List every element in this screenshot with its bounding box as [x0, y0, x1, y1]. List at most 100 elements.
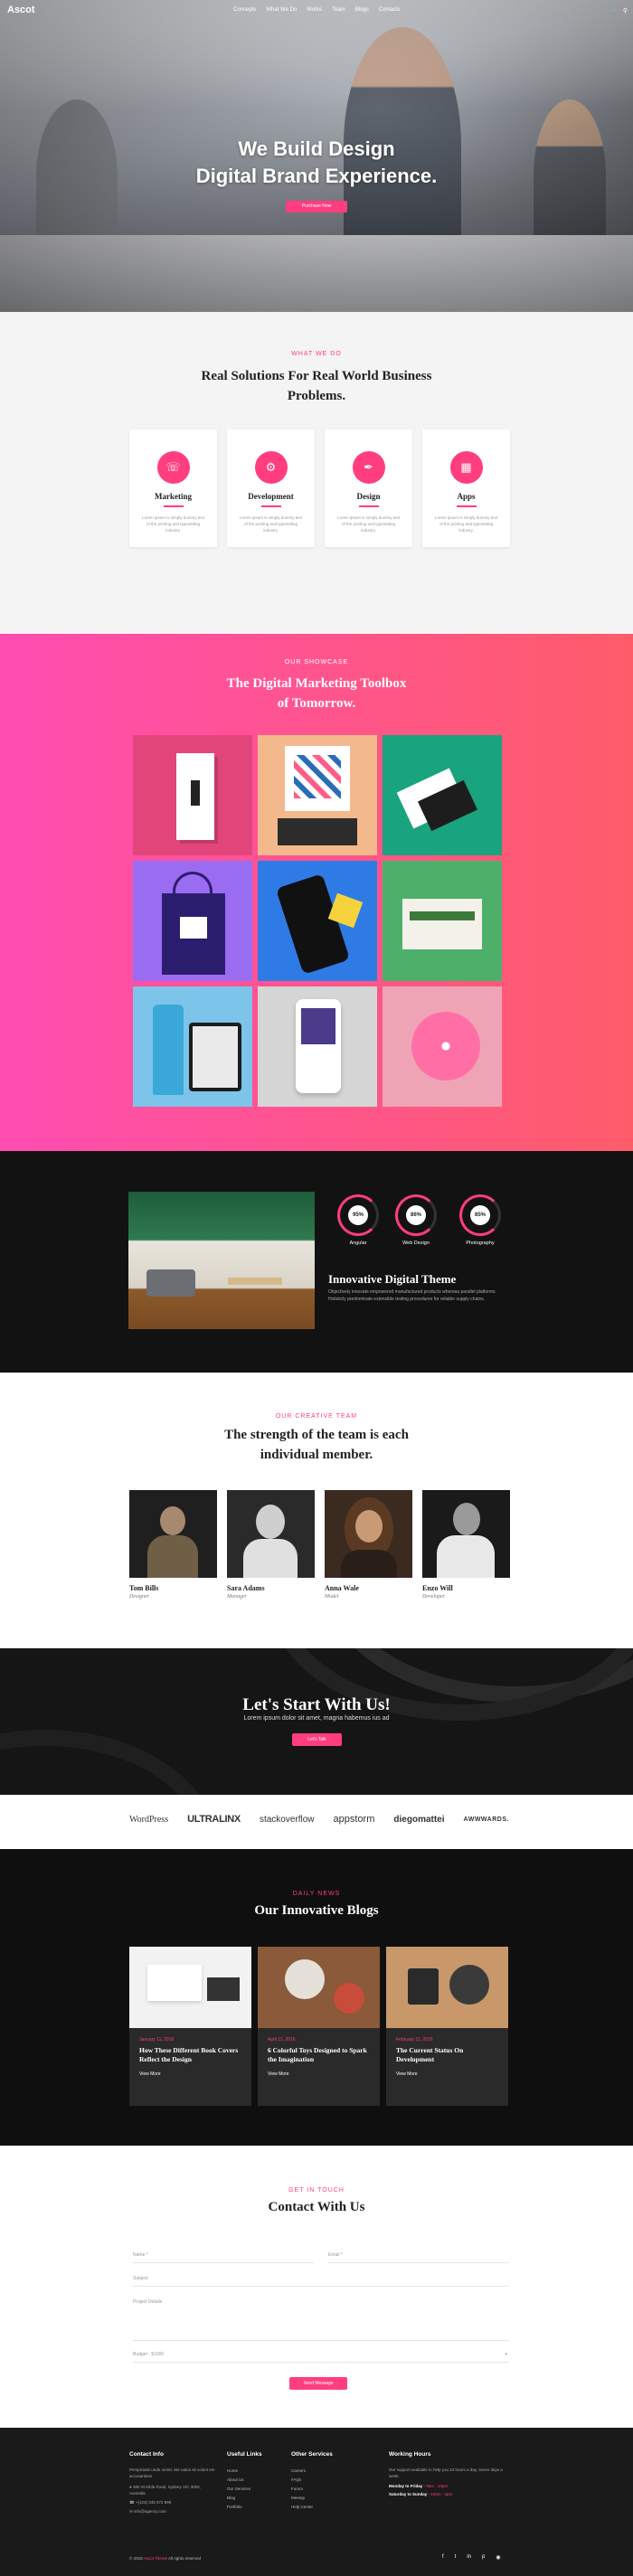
purchase-button[interactable]: Purchase Now [286, 201, 347, 212]
service-card-marketing[interactable]: ☏ Marketing Lorem ipsum is simply dummy … [129, 429, 217, 547]
blog-card[interactable]: February 11, 2016 The Current Status On … [386, 1947, 508, 2106]
address-text: 380 St Kilda Road, Sydney VIC 3004, Aust… [129, 2485, 202, 2496]
send-message-button[interactable]: Send Message [289, 2377, 347, 2390]
nav-item-blogs[interactable]: Blogs [355, 7, 369, 13]
nav-item-what-we-do[interactable]: What We Do [266, 7, 297, 13]
footer-email[interactable]: ✉ info@agency.com [129, 2508, 215, 2515]
service-card-development[interactable]: ⚙ Development Lorem ipsum is simply dumm… [227, 429, 315, 547]
footer-other-services: Other Services Careers FAQs Forum Meetup… [291, 2451, 364, 2512]
bg-curve [0, 1730, 217, 1795]
subject-field[interactable]: Subject [133, 2270, 509, 2287]
footer-link-about[interactable]: About Us [227, 2476, 290, 2485]
footer-contact-info: Contact Info Perspiciatis unde omnis ist… [129, 2451, 215, 2515]
portfolio-item-packaging[interactable] [383, 861, 502, 981]
footer-working-hours: Working Hours Our support available to h… [389, 2451, 506, 2497]
team-members: Tom Bills Designer Sara Adams Manager An… [129, 1490, 510, 1599]
service-card-apps[interactable]: ▦ Apps Lorem ipsum is simply dummy text … [422, 429, 510, 547]
site-logo[interactable]: Ascot [7, 5, 35, 15]
portfolio-item-vinyl[interactable] [383, 986, 502, 1107]
service-desc: Lorem ipsum is simply dummy text of the … [336, 515, 401, 533]
portfolio-item-poster[interactable] [133, 735, 252, 855]
showcase-kicker: Our Showcase [284, 659, 349, 665]
showcase-title: The Digital Marketing Toolbox of Tomorro… [0, 674, 633, 713]
service-card-design[interactable]: ✒ Design Lorem ipsum is simply dummy tex… [325, 429, 412, 547]
blog-date: April 11, 2016 [268, 2037, 296, 2043]
view-more-link[interactable]: View More [139, 2071, 251, 2077]
footer-link-blog[interactable]: Blog [227, 2494, 290, 2503]
view-more-link[interactable]: View More [396, 2071, 508, 2077]
portfolio-item-phone[interactable] [258, 861, 377, 981]
contact-title: Contact With Us [268, 2200, 365, 2214]
blogs-section: Daily News Our Innovative Blogs January … [0, 1849, 633, 2146]
stat-photography: 85% Photography [459, 1194, 501, 1246]
nav-item-concepts[interactable]: Concepts [233, 7, 256, 13]
footer-link-careers[interactable]: Careers [291, 2467, 364, 2476]
service-desc: Lorem ipsum is simply dummy text of the … [141, 515, 205, 533]
blog-title[interactable]: 6 Colorful Toys Designed to Spark the Im… [268, 2046, 370, 2064]
name-field[interactable]: Name * [133, 2247, 314, 2263]
instagram-icon[interactable]: ◉ [496, 2554, 500, 2561]
pinterest-icon[interactable]: p [482, 2554, 485, 2561]
stat-angular: 95% Angular [337, 1194, 379, 1246]
portfolio-item-book[interactable] [258, 735, 377, 855]
nav-item-team[interactable]: Team [332, 7, 345, 13]
portfolio-item-bottle[interactable] [133, 986, 252, 1107]
logo-appstorm: appstorm [333, 1814, 375, 1825]
grid-icon: ▦ [449, 451, 483, 484]
member-role: Model [325, 1594, 339, 1599]
linkedin-icon[interactable]: in [467, 2554, 471, 2561]
copyright-brand[interactable]: Ascot Theme [144, 2556, 167, 2561]
member-photo [325, 1490, 412, 1578]
facebook-icon[interactable]: f [442, 2554, 444, 2561]
team-member[interactable]: Enzo Will Developer [422, 1490, 510, 1599]
showcase-section: Our Showcase The Digital Marketing Toolb… [0, 634, 633, 1151]
footer-link-faqs[interactable]: FAQs [291, 2476, 364, 2485]
chevron-down-icon: ▾ [505, 2352, 507, 2357]
view-more-link[interactable]: View More [268, 2071, 380, 2077]
team-member[interactable]: Tom Bills Designer [129, 1490, 217, 1599]
footer-link-portfolio[interactable]: Portfolio [227, 2503, 290, 2512]
lets-talk-button[interactable]: Let's Talk [292, 1733, 342, 1746]
cart-icon[interactable]: 🛒 [609, 7, 618, 14]
team-member[interactable]: Anna Wale Model [325, 1490, 412, 1599]
member-name: Enzo Will [422, 1584, 453, 1592]
top-nav: Ascot Concepts What We Do Works Team Blo… [0, 0, 633, 22]
footer-phone[interactable]: ☎ +(123) 345 672 899 [129, 2499, 215, 2505]
gear-icon: ⚙ [254, 451, 288, 484]
budget-select[interactable]: Budget - $1000 ▾ [133, 2346, 509, 2363]
showcase-title-line2: of Tomorrow. [277, 696, 356, 711]
nav-item-works[interactable]: Works [307, 7, 322, 13]
blog-title[interactable]: The Current Status On Development [396, 2046, 498, 2064]
team-member[interactable]: Sara Adams Manager [227, 1490, 315, 1599]
blog-title[interactable]: How These Different Book Covers Reflect … [139, 2046, 241, 2064]
twitter-icon[interactable]: t [455, 2554, 457, 2561]
team-title: The strength of the team is each individ… [0, 1425, 633, 1465]
services-kicker: What We Do [291, 351, 342, 357]
portfolio-item-bag[interactable] [133, 861, 252, 981]
blog-image [386, 1947, 508, 2028]
footer-link-services[interactable]: Our Services [227, 2485, 290, 2494]
team-kicker: Our Creative Team [275, 1413, 358, 1420]
services-title-line2: Problems. [287, 389, 346, 403]
footer-link-home[interactable]: Home [227, 2467, 290, 2476]
portfolio-item-cards[interactable] [383, 735, 502, 855]
copyright-year: © 2018 [129, 2556, 143, 2561]
main-menu: Concepts What We Do Works Team Blogs Con… [233, 7, 401, 13]
progress-ring: 86% [395, 1194, 437, 1236]
blog-card[interactable]: January 11, 2016 How These Different Boo… [129, 1947, 251, 2106]
member-name: Sara Adams [227, 1584, 265, 1592]
email-field[interactable]: Email * [328, 2247, 509, 2263]
portfolio-item-mobile[interactable] [258, 986, 377, 1107]
budget-value: Budget - $1000 [133, 2352, 165, 2357]
search-icon[interactable]: ⚲ [623, 7, 628, 14]
member-photo [227, 1490, 315, 1578]
footer-link-forum[interactable]: Forum [291, 2485, 364, 2494]
footer-link-help[interactable]: Help Center [291, 2503, 364, 2512]
nav-item-contacts[interactable]: Contacts [379, 7, 401, 13]
social-links: f t in p ◉ [442, 2554, 501, 2561]
blog-card[interactable]: April 11, 2016 6 Colorful Toys Designed … [258, 1947, 380, 2106]
project-details-field[interactable]: Project Details [133, 2294, 509, 2341]
footer-info-text: Perspiciatis unde omnis iste natus sit v… [129, 2467, 215, 2478]
blog-image [258, 1947, 380, 2028]
footer-link-meetup[interactable]: Meetup [291, 2494, 364, 2503]
